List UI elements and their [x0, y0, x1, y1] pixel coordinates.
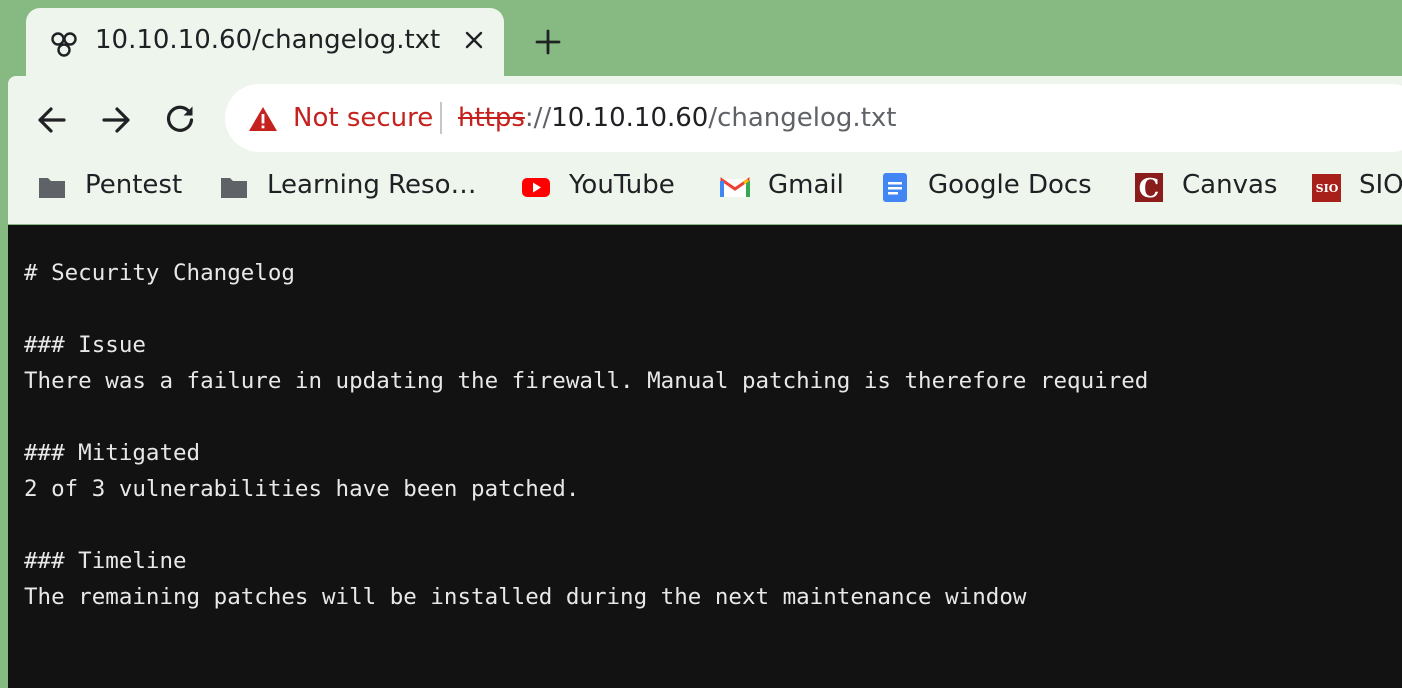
- warning-icon[interactable]: [248, 106, 278, 132]
- bookmark-label: YouTube: [569, 170, 675, 200]
- bookmark-youtube[interactable]: YouTube: [521, 170, 701, 206]
- url-scheme: https: [458, 103, 525, 133]
- url-path: /changelog.txt: [708, 103, 897, 133]
- folder-icon: [221, 178, 247, 198]
- bookmark-label: SIO: [1359, 170, 1402, 200]
- bookmark-label: Canvas: [1182, 170, 1278, 200]
- bookmark-gmail[interactable]: Gmail: [720, 170, 860, 206]
- bookmark-sio[interactable]: SIO SIO: [1311, 170, 1402, 206]
- omnibox-divider: [440, 102, 442, 134]
- tab-strip: 10.10.10.60/changelog.txt: [0, 0, 1402, 76]
- svg-text:SIO: SIO: [1316, 182, 1339, 195]
- svg-text:C: C: [1139, 174, 1160, 202]
- new-tab-button[interactable]: [534, 28, 562, 56]
- bookmark-label: Pentest: [85, 170, 183, 200]
- close-tab-icon[interactable]: [462, 28, 486, 52]
- google-docs-icon: [883, 173, 907, 202]
- browser-toolbar: Not secure https://10.10.10.60/changelog…: [8, 76, 1402, 224]
- bookmark-label: Google Docs: [928, 170, 1092, 200]
- active-tab[interactable]: 10.10.10.60/changelog.txt: [26, 8, 504, 76]
- gmail-icon: [720, 177, 750, 197]
- bookmark-google-docs[interactable]: Google Docs: [880, 170, 1110, 206]
- folder-icon: [39, 178, 65, 198]
- url-text[interactable]: https://10.10.10.60/changelog.txt: [458, 103, 896, 133]
- bookmark-canvas[interactable]: C Canvas: [1134, 170, 1294, 206]
- changelog-text: # Security Changelog ### Issue There was…: [24, 260, 1149, 610]
- bookmark-label: Learning Reso…: [267, 170, 477, 200]
- reload-icon[interactable]: [163, 103, 197, 137]
- not-secure-label[interactable]: Not secure: [293, 103, 433, 133]
- url-host: 10.10.10.60: [551, 103, 709, 133]
- page-content: # Security Changelog ### Issue There was…: [8, 225, 1402, 688]
- canvas-icon: C: [1135, 173, 1163, 202]
- back-arrow-icon[interactable]: [35, 103, 69, 137]
- url-separator: ://: [524, 103, 552, 133]
- bookmark-label: Gmail: [768, 170, 844, 200]
- tab-title: 10.10.10.60/changelog.txt: [95, 25, 441, 55]
- youtube-icon: [522, 178, 550, 197]
- browser-window: 10.10.10.60/changelog.txt Not secure htt…: [0, 0, 1402, 688]
- forward-arrow-icon[interactable]: [99, 103, 133, 137]
- address-bar[interactable]: Not secure https://10.10.10.60/changelog…: [225, 84, 1402, 152]
- bookmark-pentest[interactable]: Pentest: [37, 170, 197, 206]
- network-favicon-icon: [51, 32, 77, 57]
- bookmark-learning-resources[interactable]: Learning Reso…: [219, 170, 499, 206]
- sio-icon: SIO: [1312, 174, 1341, 202]
